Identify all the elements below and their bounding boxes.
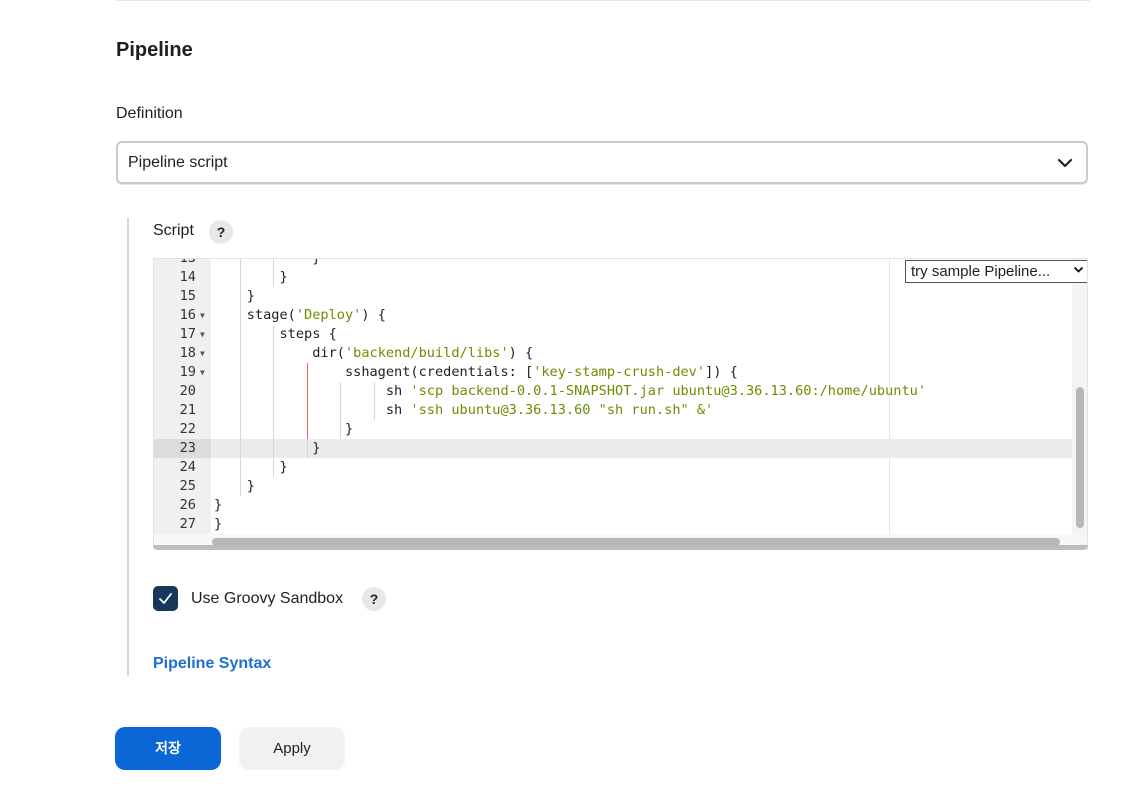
code-line[interactable]: 20 sh 'scp backend-0.0.1-SNAPSHOT.jar ub…: [154, 382, 1072, 401]
string-literal: 'ssh ubuntu@3.36.13.60 "sh run.sh" &': [410, 402, 714, 418]
editor-bottom-edge: [153, 545, 1088, 550]
line-number: 16 ▼: [179, 306, 205, 325]
fold-toggle-icon[interactable]: ▼: [200, 363, 205, 382]
string-literal: 'scp backend-0.0.1-SNAPSHOT.jar ubuntu@3…: [410, 383, 927, 399]
code-text: stage('Deploy') {: [214, 307, 386, 323]
code-line[interactable]: 18 ▼ dir('backend/build/libs') {: [154, 344, 1072, 363]
pipeline-syntax-link[interactable]: Pipeline Syntax: [153, 655, 271, 673]
nested-section-bar: [127, 218, 129, 676]
code-line[interactable]: 21 sh 'ssh ubuntu@3.36.13.60 "sh run.sh"…: [154, 401, 1072, 420]
apply-button[interactable]: Apply: [239, 727, 345, 770]
code-text: }: [214, 459, 288, 475]
save-button[interactable]: 저장: [115, 727, 221, 770]
script-label: Script: [153, 222, 194, 239]
line-number: 19 ▼: [179, 363, 205, 382]
code-text: }: [214, 497, 223, 513]
fold-toggle-icon[interactable]: ▼: [200, 325, 205, 344]
chevron-down-icon: [1073, 266, 1084, 273]
fold-toggle-icon[interactable]: ▼: [200, 306, 205, 325]
code-line[interactable]: 15 }: [154, 287, 1072, 306]
code-line[interactable]: 22 }: [154, 420, 1072, 439]
code-line[interactable]: 16 ▼ stage('Deploy') {: [154, 306, 1072, 325]
line-number: 24: [179, 459, 196, 475]
line-number: 25: [179, 478, 196, 494]
line-number: 17 ▼: [179, 325, 205, 344]
code-text: sh 'ssh ubuntu@3.36.13.60 "sh run.sh" &': [214, 402, 714, 418]
checkmark-icon: [159, 593, 172, 604]
code-text: }: [214, 258, 321, 266]
sandbox-help-button[interactable]: ?: [362, 587, 386, 611]
string-literal: 'Deploy': [295, 307, 362, 323]
code-text: }: [214, 421, 354, 437]
line-number: 26: [179, 497, 196, 513]
definition-select[interactable]: Pipeline script: [116, 141, 1088, 184]
line-number: 15: [179, 288, 196, 304]
section-title: Pipeline: [116, 39, 193, 61]
line-number: 22: [179, 421, 196, 437]
sample-pipeline-select[interactable]: try sample Pipeline...: [905, 260, 1087, 283]
line-number: 13: [179, 258, 196, 266]
code-text: }: [214, 440, 321, 456]
code-text: sshagent(credentials: ['key-stamp-crush-…: [214, 364, 738, 380]
line-number: 20: [179, 383, 196, 399]
line-number: 27: [179, 516, 196, 532]
sample-pipeline-value: try sample Pipeline...: [911, 263, 1051, 280]
groovy-sandbox-label: Use Groovy Sandbox: [191, 590, 344, 607]
script-editor[interactable]: 13 } 14 } 15 } 16 ▼ stage('Deploy') {17 ▼ ste…: [153, 258, 1088, 550]
code-line[interactable]: 24 }: [154, 458, 1072, 477]
section-divider: [116, 0, 1090, 1]
line-number: 14: [179, 269, 196, 285]
definition-selected-value: Pipeline script: [128, 153, 228, 171]
fold-toggle-icon[interactable]: ▼: [200, 344, 205, 363]
string-literal: 'backend/build/libs': [344, 345, 509, 361]
code-text: }: [214, 478, 255, 494]
string-literal: 'key-stamp-crush-dev': [533, 364, 706, 380]
script-help-button[interactable]: ?: [209, 220, 233, 244]
code-text: }: [214, 516, 223, 532]
vertical-scroll-thumb[interactable]: [1076, 387, 1084, 528]
code-text: dir('backend/build/libs') {: [214, 345, 534, 361]
code-line[interactable]: 19 ▼ sshagent(credentials: ['key-stamp-cr…: [154, 363, 1072, 382]
code-line[interactable]: 23 }: [154, 439, 1072, 458]
code-line[interactable]: 17 ▼ steps {: [154, 325, 1072, 344]
code-line[interactable]: 25 }: [154, 477, 1072, 496]
line-number: 18 ▼: [179, 344, 205, 363]
code-line[interactable]: 27}: [154, 515, 1072, 534]
code-text: }: [214, 269, 288, 285]
code-line[interactable]: 26}: [154, 496, 1072, 515]
groovy-sandbox-checkbox[interactable]: [153, 586, 178, 611]
line-number: 23: [154, 439, 211, 458]
chevron-down-icon: [1057, 158, 1073, 168]
code-text: }: [214, 288, 255, 304]
code-text: steps {: [214, 326, 337, 342]
code-text: sh 'scp backend-0.0.1-SNAPSHOT.jar ubunt…: [214, 383, 927, 399]
line-number: 21: [179, 402, 196, 418]
definition-label: Definition: [116, 105, 183, 122]
